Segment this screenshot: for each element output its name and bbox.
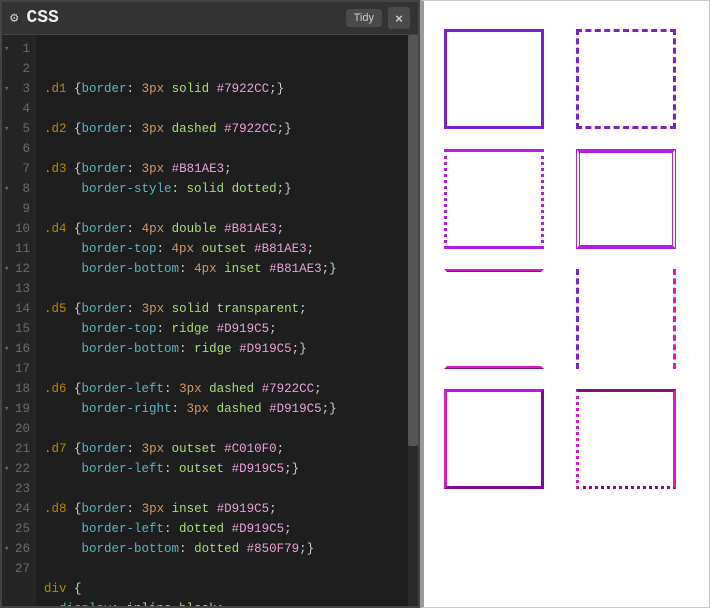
code-line[interactable]: border-bottom: 4px inset #B81AE3;} <box>44 259 410 279</box>
line-number: 18 <box>6 379 30 399</box>
code-line[interactable]: border-bottom: ridge #D919C5;} <box>44 339 410 359</box>
code-area[interactable]: 1234567891011121314151617181920212223242… <box>2 35 418 606</box>
line-number: 25 <box>6 519 30 539</box>
code-line[interactable] <box>44 99 410 119</box>
code-line[interactable]: .d2 {border: 3px dashed #7922CC;} <box>44 119 410 139</box>
gear-icon[interactable]: ⚙ <box>10 10 18 27</box>
line-number: 24 <box>6 499 30 519</box>
line-number: 3 <box>6 79 30 99</box>
preview-pane <box>420 0 710 608</box>
preview-box-d2 <box>576 29 676 129</box>
line-number: 27 <box>6 559 30 579</box>
code-line[interactable]: .d6 {border-left: 3px dashed #7922CC; <box>44 379 410 399</box>
code-line[interactable]: border-style: solid dotted;} <box>44 179 410 199</box>
code-line[interactable]: div { <box>44 579 410 599</box>
line-number: 26 <box>6 539 30 559</box>
preview-box-d7 <box>444 389 544 489</box>
code-line[interactable]: .d3 {border: 3px #B81AE3; <box>44 159 410 179</box>
line-number: 10 <box>6 219 30 239</box>
code-line[interactable] <box>44 559 410 579</box>
editor-header: ⚙ CSS Tidy × <box>2 2 418 35</box>
code-line[interactable]: border-top: 4px outset #B81AE3; <box>44 239 410 259</box>
preview-box-d5 <box>444 269 544 369</box>
line-number: 19 <box>6 399 30 419</box>
code-line[interactable] <box>44 419 410 439</box>
line-number: 15 <box>6 319 30 339</box>
line-number: 8 <box>6 179 30 199</box>
code-line[interactable] <box>44 359 410 379</box>
code-line[interactable]: border-top: ridge #D919C5; <box>44 319 410 339</box>
preview-row <box>444 389 689 489</box>
code-line[interactable]: border-right: 3px dashed #D919C5;} <box>44 399 410 419</box>
line-number: 13 <box>6 279 30 299</box>
close-button[interactable]: × <box>388 7 410 29</box>
code-line[interactable] <box>44 479 410 499</box>
code-line[interactable]: border-bottom: dotted #850F79;} <box>44 539 410 559</box>
code-line[interactable]: .d7 {border: 3px outset #C010F0; <box>44 439 410 459</box>
preview-box-d1 <box>444 29 544 129</box>
preview-box-d8 <box>576 389 676 489</box>
line-number: 14 <box>6 299 30 319</box>
preview-box-d6 <box>576 269 676 369</box>
line-number: 11 <box>6 239 30 259</box>
line-number: 6 <box>6 139 30 159</box>
css-editor-pane: ⚙ CSS Tidy × 123456789101112131415161718… <box>0 0 420 608</box>
line-number: 7 <box>6 159 30 179</box>
code-line[interactable]: display: inline-block; <box>44 599 410 606</box>
line-number: 9 <box>6 199 30 219</box>
line-number: 5 <box>6 119 30 139</box>
line-number-gutter: 1234567891011121314151617181920212223242… <box>2 35 36 606</box>
preview-row <box>444 149 689 249</box>
line-number: 12 <box>6 259 30 279</box>
line-number: 22 <box>6 459 30 479</box>
line-number: 23 <box>6 479 30 499</box>
code-line[interactable] <box>44 139 410 159</box>
code-line[interactable] <box>44 279 410 299</box>
code-line[interactable]: .d4 {border: 4px double #B81AE3; <box>44 219 410 239</box>
line-number: 16 <box>6 339 30 359</box>
code-line[interactable]: .d5 {border: 3px solid transparent; <box>44 299 410 319</box>
code-line[interactable]: border-left: outset #D919C5;} <box>44 459 410 479</box>
line-number: 2 <box>6 59 30 79</box>
scrollbar-thumb[interactable] <box>408 35 418 446</box>
scrollbar-track[interactable] <box>408 35 418 606</box>
preview-row <box>444 29 689 129</box>
code-line[interactable]: border-left: dotted #D919C5; <box>44 519 410 539</box>
preview-box-d3 <box>444 149 544 249</box>
panel-title: CSS <box>26 8 345 28</box>
code-line[interactable]: .d8 {border: 3px inset #D919C5; <box>44 499 410 519</box>
preview-box-d4 <box>576 149 676 249</box>
line-number: 21 <box>6 439 30 459</box>
line-number: 4 <box>6 99 30 119</box>
tidy-button[interactable]: Tidy <box>346 9 382 27</box>
code-content[interactable]: .d1 {border: 3px solid #7922CC;} .d2 {bo… <box>36 35 418 606</box>
line-number: 20 <box>6 419 30 439</box>
code-line[interactable]: .d1 {border: 3px solid #7922CC;} <box>44 79 410 99</box>
line-number: 1 <box>6 39 30 59</box>
preview-row <box>444 269 689 369</box>
code-line[interactable] <box>44 199 410 219</box>
line-number: 17 <box>6 359 30 379</box>
